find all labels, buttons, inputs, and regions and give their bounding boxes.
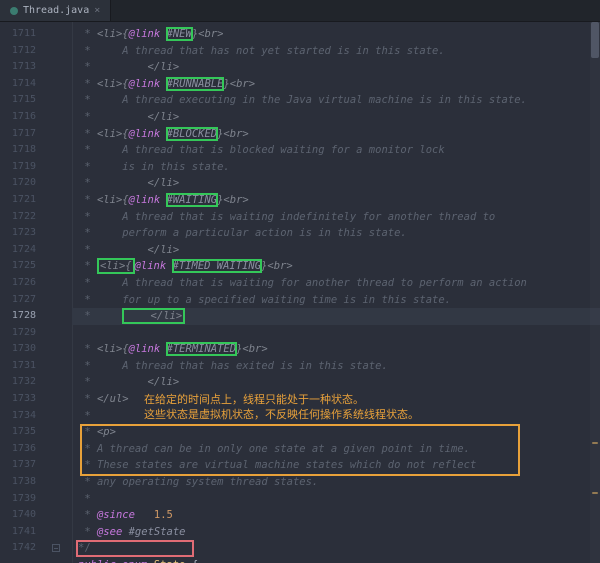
vertical-scrollbar[interactable]: [590, 22, 600, 563]
line-number: 1720: [0, 175, 46, 192]
line-number: 1736: [0, 441, 46, 458]
line-number: 1734: [0, 408, 46, 425]
line-number: 1738: [0, 474, 46, 491]
line-number: 1729: [0, 325, 46, 342]
since-tag: @since: [97, 509, 135, 521]
line-number: 1726: [0, 275, 46, 292]
state-terminated: #TERMINATED: [167, 343, 237, 355]
line-number: 1715: [0, 92, 46, 109]
tab-thread-java[interactable]: Thread.java ×: [0, 0, 111, 21]
tab-filename: Thread.java: [23, 5, 89, 16]
close-icon[interactable]: ×: [94, 5, 100, 16]
line-number: 1721: [0, 192, 46, 209]
state-new: #NEW: [167, 28, 192, 40]
line-number: 1712: [0, 43, 46, 60]
line-number: 1735: [0, 424, 46, 441]
line-number: 1717: [0, 126, 46, 143]
kw-public: public: [78, 559, 116, 563]
line-number: 1716: [0, 109, 46, 126]
line-number: 1711: [0, 26, 46, 43]
state-timed-waiting: #TIMED_WAITING: [173, 260, 262, 272]
java-file-icon: [10, 7, 18, 15]
line-number-gutter: 1711171217131714171517161717171817191720…: [0, 22, 46, 563]
editor[interactable]: 1711171217131714171517161717171817191720…: [0, 22, 600, 563]
line-number: 1723: [0, 225, 46, 242]
line-number: 1713: [0, 59, 46, 76]
line-number: 1718: [0, 142, 46, 159]
line-number: 1733: [0, 391, 46, 408]
summary-line: A thread can be in only one state at a g…: [97, 443, 470, 455]
state-runnable: #RUNNABLE: [167, 78, 224, 90]
line-number: 1724: [0, 242, 46, 259]
line-number: 1725: [0, 258, 46, 275]
line-number: 1728: [0, 308, 46, 325]
fold-toggle-icon[interactable]: [52, 544, 60, 552]
scrollbar-marker: [592, 442, 598, 444]
state-waiting: #WAITING: [167, 194, 218, 206]
state-blocked: #BLOCKED: [167, 128, 218, 140]
line-number: 1731: [0, 358, 46, 375]
scrollbar-thumb[interactable]: [591, 22, 599, 58]
line-number: 1742: [0, 540, 46, 557]
link-tag: @link: [129, 28, 161, 40]
kw-enum: enum: [122, 559, 147, 563]
line-number: 1732: [0, 374, 46, 391]
line-number: 1739: [0, 491, 46, 508]
scrollbar-marker: [592, 492, 598, 494]
li-tag: <li>{: [97, 28, 129, 40]
fold-gutter[interactable]: [46, 22, 72, 563]
code-area[interactable]: * <li>{@link #NEW}<br> * A thread that h…: [72, 22, 600, 563]
line-number: 1719: [0, 159, 46, 176]
line-number: 1722: [0, 209, 46, 226]
enum-name: State: [154, 559, 186, 563]
line-number: 1740: [0, 507, 46, 524]
doc-text: A thread that has not yet started is in …: [122, 45, 444, 57]
line-number: 1737: [0, 457, 46, 474]
see-tag: @see: [97, 526, 122, 538]
line-number: 1741: [0, 524, 46, 541]
line-number: 1730: [0, 341, 46, 358]
tab-bar: Thread.java ×: [0, 0, 600, 22]
line-number: 1727: [0, 292, 46, 309]
line-number: 1714: [0, 76, 46, 93]
